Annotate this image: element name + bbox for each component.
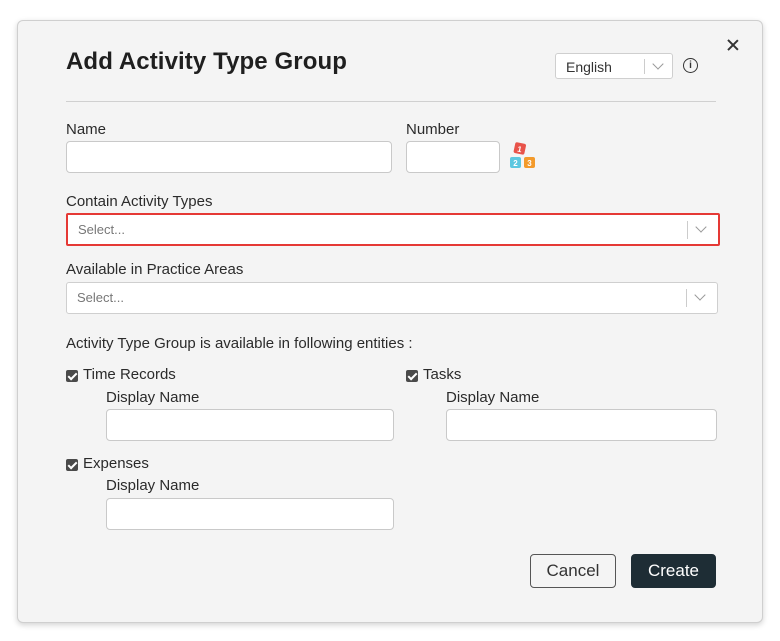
tasks-label: Tasks bbox=[423, 366, 462, 383]
name-label: Name bbox=[66, 121, 107, 138]
contain-activity-types-select[interactable]: Select... bbox=[66, 213, 720, 246]
number-label: Number bbox=[406, 121, 460, 138]
language-select[interactable]: English bbox=[555, 53, 673, 79]
select-separator bbox=[644, 59, 645, 74]
entities-heading: Activity Type Group is available in foll… bbox=[66, 335, 413, 352]
chevron-down-icon bbox=[652, 58, 664, 70]
practice-areas-select[interactable]: Select... bbox=[66, 282, 718, 314]
time-records-display-name-label: Display Name bbox=[106, 389, 200, 406]
select-separator bbox=[687, 221, 688, 239]
practice-areas-label: Available in Practice Areas bbox=[66, 261, 244, 278]
svg-text:3: 3 bbox=[527, 159, 532, 168]
cancel-button[interactable]: Cancel bbox=[530, 554, 616, 588]
chevron-down-icon bbox=[694, 289, 706, 301]
add-activity-type-group-dialog: Add Activity Type Group English i Name N… bbox=[17, 20, 763, 623]
select-placeholder: Select... bbox=[78, 222, 125, 237]
create-button[interactable]: Create bbox=[631, 554, 716, 588]
number-input[interactable] bbox=[406, 141, 500, 173]
language-select-value: English bbox=[566, 59, 612, 75]
select-separator bbox=[686, 289, 687, 307]
name-input[interactable] bbox=[66, 141, 392, 173]
expenses-label: Expenses bbox=[83, 455, 149, 472]
time-records-checkbox[interactable] bbox=[66, 370, 78, 382]
expenses-checkbox[interactable] bbox=[66, 459, 78, 471]
contain-activity-types-label: Contain Activity Types bbox=[66, 193, 213, 210]
svg-text:2: 2 bbox=[513, 159, 518, 168]
expenses-display-name-label: Display Name bbox=[106, 477, 200, 494]
header-divider bbox=[66, 101, 716, 102]
chevron-down-icon bbox=[695, 221, 707, 233]
info-icon[interactable]: i bbox=[683, 58, 698, 73]
time-records-display-name-input[interactable] bbox=[106, 409, 394, 441]
dialog-title: Add Activity Type Group bbox=[66, 48, 347, 75]
select-placeholder: Select... bbox=[77, 290, 124, 305]
tasks-display-name-input[interactable] bbox=[446, 409, 717, 441]
time-records-label: Time Records bbox=[83, 366, 176, 383]
close-icon[interactable] bbox=[725, 37, 741, 53]
tasks-checkbox[interactable] bbox=[406, 370, 418, 382]
expenses-display-name-input[interactable] bbox=[106, 498, 394, 530]
tasks-display-name-label: Display Name bbox=[446, 389, 540, 406]
number-generator-icon[interactable]: 1 2 3 bbox=[508, 142, 542, 172]
